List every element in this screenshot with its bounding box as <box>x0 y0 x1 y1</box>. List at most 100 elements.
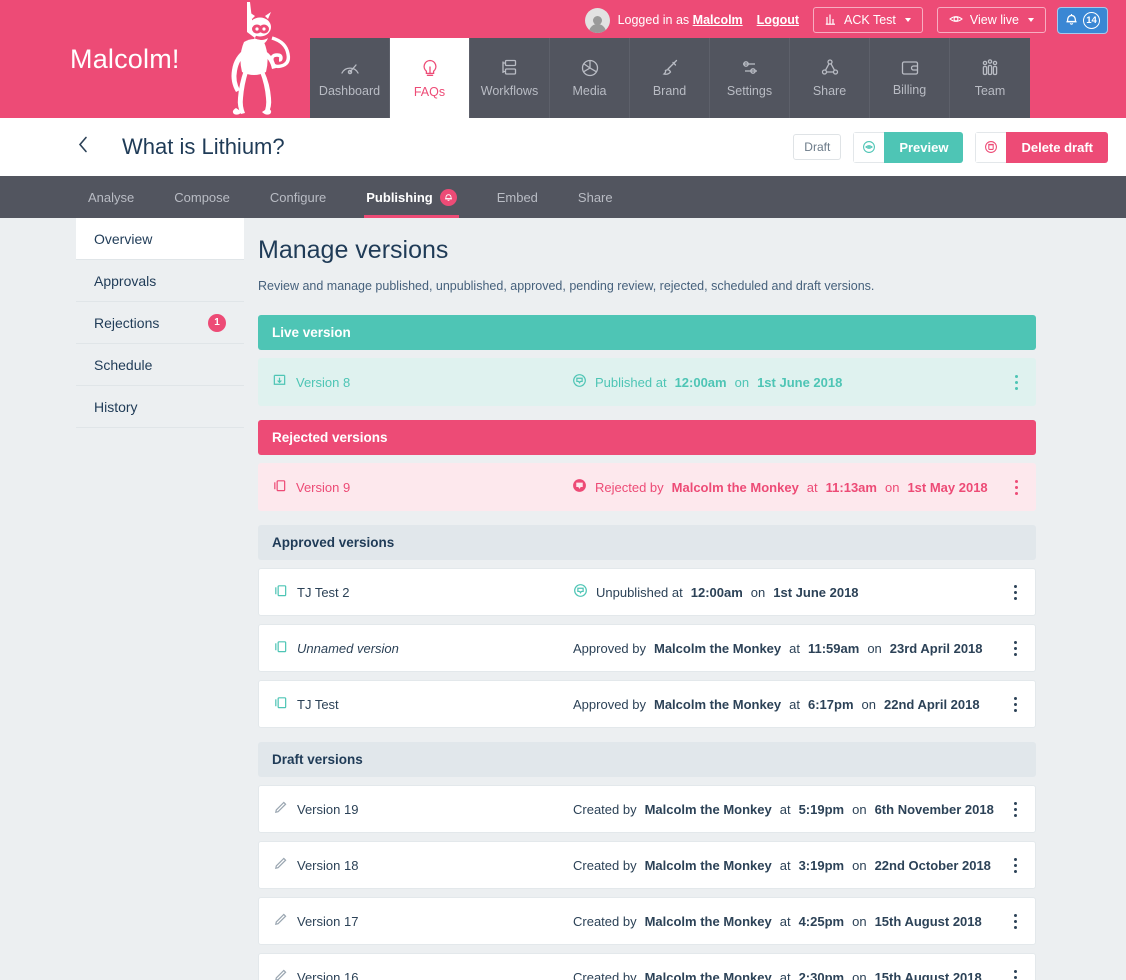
row-actions-menu[interactable] <box>1010 964 1021 980</box>
nav-label: FAQs <box>413 84 446 99</box>
account-switcher[interactable]: ACK Test <box>813 7 923 33</box>
view-live-button[interactable]: View live <box>936 7 1046 33</box>
lightbulb-icon <box>420 58 440 79</box>
tab-compose[interactable]: Compose <box>154 176 250 218</box>
table-row[interactable]: Version 9 Rejected by Malcolm the Monkey… <box>258 463 1036 511</box>
notifications-button[interactable]: 14 <box>1057 6 1108 34</box>
team-icon <box>980 58 1000 78</box>
row-name-cell: Version 18 <box>273 856 573 874</box>
sidebar-item-schedule[interactable]: Schedule <box>76 344 244 386</box>
nav-media[interactable]: Media <box>550 38 630 118</box>
meta-time: 11:59am <box>807 640 860 656</box>
sidebar-item-rejections[interactable]: Rejections 1 <box>76 302 244 344</box>
row-name-cell: Version 9 <box>272 478 572 496</box>
preview-button[interactable]: Preview <box>853 131 964 163</box>
row-meta: Created by Malcolm the Monkey at 5:19pm … <box>573 802 994 817</box>
table-row[interactable]: TJ Test Approved by Malcolm the Monkey a… <box>258 680 1036 728</box>
username-link[interactable]: Malcolm <box>693 13 743 27</box>
meta-date: 6th November 2018 <box>874 801 994 817</box>
row-name-cell: Unnamed version <box>273 639 573 657</box>
meta-at: at <box>789 696 800 712</box>
avatar[interactable] <box>584 7 610 33</box>
table-row[interactable]: Version 18 Created by Malcolm the Monkey… <box>258 841 1036 889</box>
nav-brand[interactable]: Brand <box>630 38 710 118</box>
tab-configure[interactable]: Configure <box>250 176 346 218</box>
nav-dashboard[interactable]: Dashboard <box>310 38 390 118</box>
version-name: Unnamed version <box>297 640 399 656</box>
row-actions-menu[interactable] <box>1011 474 1022 501</box>
meta-time: 4:25pm <box>798 913 845 929</box>
meta-time: 2:30pm <box>798 969 845 980</box>
publish-box-icon <box>272 373 287 391</box>
delete-draft-button[interactable]: Delete draft <box>975 131 1108 163</box>
row-actions-menu[interactable] <box>1010 908 1021 935</box>
nav-billing[interactable]: Billing <box>870 38 950 118</box>
sidebar-item-approvals[interactable]: Approvals <box>76 260 244 302</box>
meta-date: 15th August 2018 <box>874 913 982 929</box>
row-actions-menu[interactable] <box>1011 369 1022 396</box>
trash-icon <box>975 131 1007 163</box>
table-row[interactable]: TJ Test 2 Unpublished at 12:00am on 1st … <box>258 568 1036 616</box>
row-name-cell: Version 17 <box>273 912 573 930</box>
meta-mid: on <box>867 640 882 656</box>
nav-team[interactable]: Team <box>950 38 1030 118</box>
comment-bubble-icon <box>572 373 587 391</box>
version-name: Version 19 <box>297 801 359 817</box>
nav-workflows[interactable]: Workflows <box>470 38 550 118</box>
row-name-cell: Version 8 <box>272 373 572 391</box>
version-name: TJ Test 2 <box>297 584 350 600</box>
table-row[interactable]: Version 8 Published at 12:00am on 1st Ju… <box>258 358 1036 406</box>
row-actions-menu[interactable] <box>1010 579 1021 606</box>
table-row[interactable]: Unnamed version Approved by Malcolm the … <box>258 624 1036 672</box>
meta-date: 1st May 2018 <box>907 479 988 495</box>
pencil-icon <box>273 800 288 818</box>
sidebar-item-history[interactable]: History <box>76 386 244 428</box>
meta-actor: Malcolm the Monkey <box>654 640 782 656</box>
row-actions-menu[interactable] <box>1010 691 1021 718</box>
meta-mid: on <box>852 857 867 873</box>
meta-mid: on <box>852 801 867 817</box>
tab-analyse[interactable]: Analyse <box>68 176 154 218</box>
meta-at: at <box>779 913 791 929</box>
row-meta: Created by Malcolm the Monkey at 4:25pm … <box>573 914 982 929</box>
content-subheading: Review and manage published, unpublished… <box>258 279 875 293</box>
table-row[interactable]: Version 19 Created by Malcolm the Monkey… <box>258 785 1036 833</box>
table-row[interactable]: Version 16 Created by Malcolm the Monkey… <box>258 953 1036 980</box>
tab-publishing[interactable]: Publishing <box>346 176 476 218</box>
bell-icon <box>439 188 457 206</box>
logo[interactable]: Malcolm! <box>70 0 304 118</box>
row-actions-menu[interactable] <box>1010 796 1021 823</box>
nav-settings[interactable]: Settings <box>710 38 790 118</box>
eye-icon <box>948 13 963 27</box>
view-live-label: View live <box>969 13 1019 27</box>
meta-mid: on <box>861 696 876 712</box>
row-name-cell: TJ Test <box>273 695 573 713</box>
gauge-icon <box>339 58 361 78</box>
copy-layers-icon <box>273 639 288 657</box>
meta-mid: on <box>734 374 750 390</box>
sliders-icon <box>740 58 760 78</box>
chart-bars-icon <box>825 13 837 28</box>
meta-date: 22nd October 2018 <box>874 857 991 873</box>
section-approved-versions: Approved versions TJ Test 2 Unpublished … <box>258 525 1036 728</box>
back-button[interactable] <box>78 136 89 159</box>
aperture-icon <box>580 58 600 78</box>
nav-share[interactable]: Share <box>790 38 870 118</box>
row-actions-menu[interactable] <box>1010 852 1021 879</box>
sidebar-item-overview[interactable]: Overview <box>76 218 244 260</box>
meta-at: at <box>789 640 800 656</box>
logout-link[interactable]: Logout <box>757 13 799 27</box>
meta-at: at <box>779 801 791 817</box>
nav-faqs[interactable]: FAQs <box>390 38 470 118</box>
tab-embed[interactable]: Embed <box>477 176 558 218</box>
tab-share[interactable]: Share <box>558 176 633 218</box>
row-actions-menu[interactable] <box>1010 635 1021 662</box>
page-body: Overview Approvals Rejections 1 Schedule… <box>0 218 1126 980</box>
tab-label: Share <box>577 189 613 205</box>
comment-bubble-icon <box>573 583 588 601</box>
meta-at: at <box>806 479 818 495</box>
bell-icon <box>1065 12 1078 29</box>
table-row[interactable]: Version 17 Created by Malcolm the Monkey… <box>258 897 1036 945</box>
nav-label: Team <box>974 84 1006 98</box>
nav-label: Workflows <box>480 84 539 98</box>
